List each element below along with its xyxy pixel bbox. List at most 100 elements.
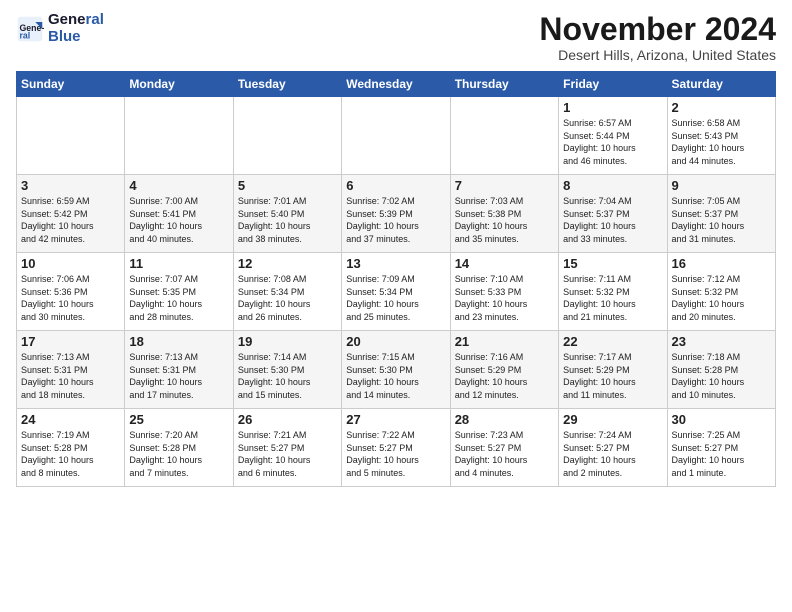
day-cell: 10 Sunrise: 7:06 AM Sunset: 5:36 PM Dayli… bbox=[17, 253, 125, 331]
day-number: 2 bbox=[672, 100, 771, 115]
day-info: Sunrise: 7:03 AM Sunset: 5:38 PM Dayligh… bbox=[455, 195, 554, 245]
day-cell bbox=[233, 97, 341, 175]
logo-text: General Blue bbox=[48, 12, 104, 45]
day-number: 9 bbox=[672, 178, 771, 193]
logo-icon: Gene- ral bbox=[16, 15, 44, 43]
day-cell bbox=[450, 97, 558, 175]
day-number: 6 bbox=[346, 178, 445, 193]
day-cell: 28Sunrise: 7:23 AM Sunset: 5:27 PM Dayli… bbox=[450, 409, 558, 487]
day-cell: 20 Sunrise: 7:15 AM Sunset: 5:30 PM Dayli… bbox=[342, 331, 450, 409]
day-info: Sunrise: 6:57 AM Sunset: 5:44 PM Dayligh… bbox=[563, 117, 662, 167]
week-row-3: 10 Sunrise: 7:06 AM Sunset: 5:36 PM Dayli… bbox=[17, 253, 776, 331]
calendar-table: SundayMondayTuesdayWednesdayThursdayFrid… bbox=[16, 71, 776, 487]
day-info: Sunrise: 7:02 AM Sunset: 5:39 PM Dayligh… bbox=[346, 195, 445, 245]
day-cell: 30Sunrise: 7:25 AM Sunset: 5:27 PM Dayli… bbox=[667, 409, 775, 487]
day-info: Sunrise: 7:16 AM Sunset: 5:29 PM Dayligh… bbox=[455, 351, 554, 401]
header-row: SundayMondayTuesdayWednesdayThursdayFrid… bbox=[17, 72, 776, 97]
day-cell: 4Sunrise: 7:00 AM Sunset: 5:41 PM Daylig… bbox=[125, 175, 233, 253]
day-cell: 5 Sunrise: 7:01 AM Sunset: 5:40 PM Daylig… bbox=[233, 175, 341, 253]
day-number: 5 bbox=[238, 178, 337, 193]
day-cell: 27 Sunrise: 7:22 AM Sunset: 5:27 PM Dayli… bbox=[342, 409, 450, 487]
day-info: Sunrise: 7:00 AM Sunset: 5:41 PM Dayligh… bbox=[129, 195, 228, 245]
day-info: Sunrise: 7:19 AM Sunset: 5:28 PM Dayligh… bbox=[21, 429, 120, 479]
day-cell: 26 Sunrise: 7:21 AM Sunset: 5:27 PM Dayli… bbox=[233, 409, 341, 487]
day-info: Sunrise: 7:23 AM Sunset: 5:27 PM Dayligh… bbox=[455, 429, 554, 479]
column-header-wednesday: Wednesday bbox=[342, 72, 450, 97]
day-number: 12 bbox=[238, 256, 337, 271]
day-cell: 15 Sunrise: 7:11 AM Sunset: 5:32 PM Dayli… bbox=[559, 253, 667, 331]
day-info: Sunrise: 7:18 AM Sunset: 5:28 PM Dayligh… bbox=[672, 351, 771, 401]
title-area: November 2024 Desert Hills, Arizona, Uni… bbox=[539, 12, 776, 63]
day-info: Sunrise: 7:17 AM Sunset: 5:29 PM Dayligh… bbox=[563, 351, 662, 401]
day-info: Sunrise: 7:20 AM Sunset: 5:28 PM Dayligh… bbox=[129, 429, 228, 479]
day-info: Sunrise: 7:08 AM Sunset: 5:34 PM Dayligh… bbox=[238, 273, 337, 323]
svg-text:ral: ral bbox=[20, 30, 31, 40]
day-info: Sunrise: 7:09 AM Sunset: 5:34 PM Dayligh… bbox=[346, 273, 445, 323]
day-cell: 11Sunrise: 7:07 AM Sunset: 5:35 PM Dayli… bbox=[125, 253, 233, 331]
month-title: November 2024 bbox=[539, 12, 776, 47]
day-cell bbox=[125, 97, 233, 175]
day-cell: 13 Sunrise: 7:09 AM Sunset: 5:34 PM Dayli… bbox=[342, 253, 450, 331]
day-info: Sunrise: 7:15 AM Sunset: 5:30 PM Dayligh… bbox=[346, 351, 445, 401]
column-header-monday: Monday bbox=[125, 72, 233, 97]
day-number: 25 bbox=[129, 412, 228, 427]
location: Desert Hills, Arizona, United States bbox=[539, 47, 776, 63]
day-number: 11 bbox=[129, 256, 228, 271]
day-info: Sunrise: 7:04 AM Sunset: 5:37 PM Dayligh… bbox=[563, 195, 662, 245]
column-header-tuesday: Tuesday bbox=[233, 72, 341, 97]
day-number: 17 bbox=[21, 334, 120, 349]
day-number: 13 bbox=[346, 256, 445, 271]
day-number: 26 bbox=[238, 412, 337, 427]
logo: Gene- ral General Blue bbox=[16, 12, 104, 45]
day-number: 23 bbox=[672, 334, 771, 349]
day-cell bbox=[17, 97, 125, 175]
day-info: Sunrise: 7:12 AM Sunset: 5:32 PM Dayligh… bbox=[672, 273, 771, 323]
day-number: 8 bbox=[563, 178, 662, 193]
day-info: Sunrise: 7:14 AM Sunset: 5:30 PM Dayligh… bbox=[238, 351, 337, 401]
day-number: 1 bbox=[563, 100, 662, 115]
day-number: 10 bbox=[21, 256, 120, 271]
day-number: 21 bbox=[455, 334, 554, 349]
week-row-1: 1 Sunrise: 6:57 AM Sunset: 5:44 PM Daylig… bbox=[17, 97, 776, 175]
column-header-sunday: Sunday bbox=[17, 72, 125, 97]
day-number: 24 bbox=[21, 412, 120, 427]
day-cell: 12 Sunrise: 7:08 AM Sunset: 5:34 PM Dayli… bbox=[233, 253, 341, 331]
week-row-2: 3Sunrise: 6:59 AM Sunset: 5:42 PM Daylig… bbox=[17, 175, 776, 253]
day-cell: 24 Sunrise: 7:19 AM Sunset: 5:28 PM Dayli… bbox=[17, 409, 125, 487]
day-cell: 6 Sunrise: 7:02 AM Sunset: 5:39 PM Daylig… bbox=[342, 175, 450, 253]
day-number: 22 bbox=[563, 334, 662, 349]
day-info: Sunrise: 7:11 AM Sunset: 5:32 PM Dayligh… bbox=[563, 273, 662, 323]
day-info: Sunrise: 7:10 AM Sunset: 5:33 PM Dayligh… bbox=[455, 273, 554, 323]
week-row-4: 17 Sunrise: 7:13 AM Sunset: 5:31 PM Dayli… bbox=[17, 331, 776, 409]
day-number: 27 bbox=[346, 412, 445, 427]
day-info: Sunrise: 7:06 AM Sunset: 5:36 PM Dayligh… bbox=[21, 273, 120, 323]
day-info: Sunrise: 7:21 AM Sunset: 5:27 PM Dayligh… bbox=[238, 429, 337, 479]
page: Gene- ral General Blue November 2024 Des… bbox=[0, 0, 792, 499]
day-number: 16 bbox=[672, 256, 771, 271]
day-info: Sunrise: 6:59 AM Sunset: 5:42 PM Dayligh… bbox=[21, 195, 120, 245]
column-header-thursday: Thursday bbox=[450, 72, 558, 97]
day-cell: 19Sunrise: 7:14 AM Sunset: 5:30 PM Dayli… bbox=[233, 331, 341, 409]
day-cell: 21 Sunrise: 7:16 AM Sunset: 5:29 PM Dayli… bbox=[450, 331, 558, 409]
day-cell: 22 Sunrise: 7:17 AM Sunset: 5:29 PM Dayli… bbox=[559, 331, 667, 409]
day-info: Sunrise: 7:13 AM Sunset: 5:31 PM Dayligh… bbox=[21, 351, 120, 401]
day-number: 29 bbox=[563, 412, 662, 427]
day-cell: 8 Sunrise: 7:04 AM Sunset: 5:37 PM Daylig… bbox=[559, 175, 667, 253]
day-cell: 25 Sunrise: 7:20 AM Sunset: 5:28 PM Dayli… bbox=[125, 409, 233, 487]
day-cell: 23 Sunrise: 7:18 AM Sunset: 5:28 PM Dayli… bbox=[667, 331, 775, 409]
day-cell: 1 Sunrise: 6:57 AM Sunset: 5:44 PM Daylig… bbox=[559, 97, 667, 175]
column-header-saturday: Saturday bbox=[667, 72, 775, 97]
day-number: 20 bbox=[346, 334, 445, 349]
day-info: Sunrise: 7:24 AM Sunset: 5:27 PM Dayligh… bbox=[563, 429, 662, 479]
day-info: Sunrise: 7:22 AM Sunset: 5:27 PM Dayligh… bbox=[346, 429, 445, 479]
day-info: Sunrise: 7:01 AM Sunset: 5:40 PM Dayligh… bbox=[238, 195, 337, 245]
day-number: 14 bbox=[455, 256, 554, 271]
day-info: Sunrise: 7:13 AM Sunset: 5:31 PM Dayligh… bbox=[129, 351, 228, 401]
day-info: Sunrise: 6:58 AM Sunset: 5:43 PM Dayligh… bbox=[672, 117, 771, 167]
day-cell: 9Sunrise: 7:05 AM Sunset: 5:37 PM Daylig… bbox=[667, 175, 775, 253]
day-cell: 17 Sunrise: 7:13 AM Sunset: 5:31 PM Dayli… bbox=[17, 331, 125, 409]
header: Gene- ral General Blue November 2024 Des… bbox=[16, 12, 776, 63]
day-cell: 18Sunrise: 7:13 AM Sunset: 5:31 PM Dayli… bbox=[125, 331, 233, 409]
day-cell: 29 Sunrise: 7:24 AM Sunset: 5:27 PM Dayli… bbox=[559, 409, 667, 487]
day-number: 15 bbox=[563, 256, 662, 271]
